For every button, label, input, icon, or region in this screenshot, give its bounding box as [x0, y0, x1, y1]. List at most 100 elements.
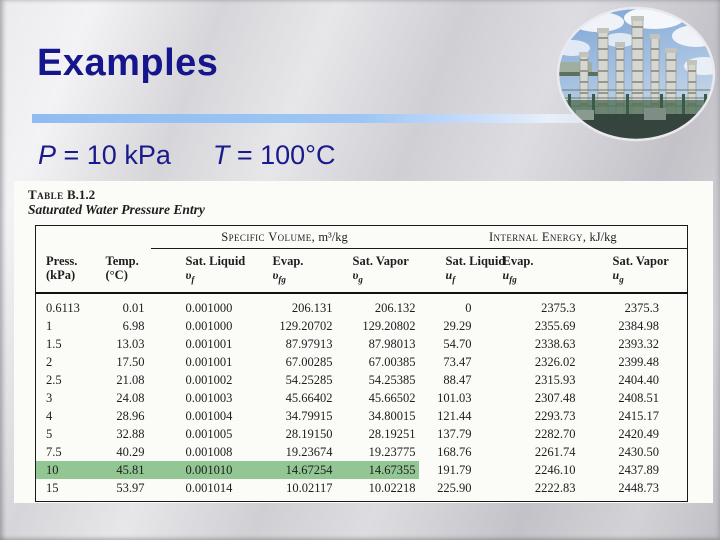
table-row: 2.5 21.08 0.001002 54.25285 54.25385 88.47 231… [36, 371, 688, 389]
table-cell: 0.001001 [185, 354, 233, 369]
table-row: 2 17.50 0.001001 67.00285 67.00385 73.47 2326.… [36, 353, 688, 371]
table-cell: 2437.89 [618, 462, 660, 477]
table-cell: 2338.63 [534, 336, 576, 351]
condition-text: P = 10 kPa T = 100°C [38, 140, 335, 171]
table-cell: 137.79 [437, 426, 472, 441]
table-cell: 54.25285 [285, 372, 333, 387]
table-row: 5 32.88 0.001005 28.19150 28.19251 137.79 2282… [36, 425, 688, 443]
table-cell: 45.81 [95, 460, 151, 479]
table-cell: 225.90 [437, 480, 472, 495]
table-cell: 19.23674 [285, 444, 333, 459]
table-cell: 3 [46, 390, 53, 405]
group-header-row: Specific Volume, m³/kg Internal Energy, k… [36, 225, 688, 249]
table-cell: 0.001005 [185, 426, 233, 441]
table-row: 4 28.96 0.001004 34.79915 34.80015 121.44 2293… [36, 407, 688, 425]
table-cell: 54.70 [443, 336, 472, 351]
table-cell: 28.19150 [285, 426, 333, 441]
group-header: Specific Volume, m³/kg [150, 225, 419, 249]
table-cell: 191.79 [437, 462, 472, 477]
table-cell: 10.02218 [368, 480, 416, 495]
table-cell: 32.88 [116, 426, 145, 441]
table-cell: 2448.73 [618, 480, 660, 495]
table-body: 0.6113 0.01 0.001000 206.131 206.132 0 2375.3 2… [35, 293, 688, 502]
table-scan-panel: Table B.1.2 Saturated Water Pressure Ent… [14, 181, 713, 503]
table-cell: 1 [46, 318, 53, 333]
table-cell: 2420.49 [618, 426, 660, 441]
table-cell: 6.98 [122, 318, 145, 333]
table-cell: 0.001003 [185, 390, 233, 405]
table-cell: 168.76 [437, 444, 472, 459]
table-caption-number: Table B.1.2 [28, 187, 96, 202]
table-row: 1.5 13.03 0.001001 87.97913 87.98013 54.70 233… [36, 335, 688, 353]
table-cell: 34.79915 [285, 408, 333, 423]
table-cell: 206.132 [374, 300, 416, 315]
table-cell: 54.25385 [368, 372, 416, 387]
column-header: Temp. (°C) [95, 248, 151, 294]
table-cell: 45.66402 [285, 390, 333, 405]
table-cell: 0.001004 [185, 408, 233, 423]
table-cell: 2415.17 [618, 408, 660, 423]
table-cell: 2384.98 [618, 318, 660, 333]
table-row: 3 24.08 0.001003 45.66402 45.66502 101.03 2307… [36, 389, 688, 407]
table-caption-title: Saturated Water Pressure Entry [28, 202, 205, 217]
table-cell: 0.001000 [185, 300, 233, 315]
group-spacer [36, 226, 151, 249]
column-header: Press. (kPa) [35, 248, 96, 294]
table-row: 10 45.81 0.001010 14.67254 14.67355 191.79 224… [35, 460, 688, 479]
table-cell: 10.02117 [286, 480, 333, 495]
table-cell: 67.00385 [368, 354, 416, 369]
title-divider-bar [32, 114, 632, 123]
temperature-symbol: T [212, 140, 230, 170]
table-cell: 2261.74 [534, 444, 576, 459]
table-cell: 24.08 [116, 390, 145, 405]
table-cell: 7.5 [46, 444, 62, 459]
table-cell: 2293.73 [534, 408, 576, 423]
table-cell: 15 [46, 480, 59, 495]
presentation-slide: Examples P = 10 kPa T = 100°C Table B.1.… [0, 0, 720, 540]
table-cell: 2399.48 [618, 354, 660, 369]
table-cell: 34.80015 [368, 408, 416, 423]
temperature-value: = 100°C [229, 140, 336, 170]
table-cell: 0.6113 [46, 300, 80, 315]
table-row: 1 6.98 0.001000 129.20702 129.20802 29.29 2355… [36, 317, 688, 335]
table-cell: 73.47 [443, 354, 472, 369]
table-cell: 28.19251 [368, 426, 416, 441]
table-cell: 88.47 [443, 372, 472, 387]
column-header: Evap. υfg [245, 248, 336, 294]
table-cell: 19.23775 [368, 444, 416, 459]
table-cell: 0.001000 [185, 318, 233, 333]
pressure-symbol: P [38, 140, 57, 170]
table-cell: 53.97 [116, 480, 145, 495]
table-cell: 2246.10 [534, 462, 576, 477]
table-cell: 67.00285 [285, 354, 333, 369]
column-header: Sat. Liquid uf [418, 248, 505, 294]
table-cell: 2282.70 [534, 426, 576, 441]
table-cell: 2.5 [46, 372, 62, 387]
table-row: 0.6113 0.01 0.001000 206.131 206.132 0 2375.3 2… [36, 293, 688, 317]
table-cell: 2430.50 [618, 444, 660, 459]
table-cell: 87.97913 [285, 336, 333, 351]
group-header: Internal Energy, kJ/kg [418, 225, 688, 249]
table-cell: 28.96 [116, 408, 145, 423]
saturated-water-pressure-table: Specific Volume, m³/kg Internal Energy, k… [35, 225, 689, 502]
table-cell: 40.29 [116, 444, 145, 459]
table-cell: 101.03 [437, 390, 472, 405]
slide-title: Examples [37, 42, 219, 84]
table-cell: 0 [465, 300, 472, 315]
column-header: Sat. Vapor υg [335, 248, 419, 294]
table-cell: 2326.02 [534, 354, 576, 369]
table-cell: 2222.83 [534, 480, 576, 495]
table-row: 7.5 40.29 0.001008 19.23674 19.23775 168.76 22… [36, 443, 688, 461]
table-cell: 29.29 [443, 318, 472, 333]
table-cell: 21.08 [116, 372, 145, 387]
table-cell: 2355.69 [534, 318, 576, 333]
table-cell: 2375.3 [624, 300, 660, 315]
table-cell: 0.001014 [185, 480, 233, 495]
table-cell: 17.50 [116, 354, 145, 369]
table-cell: 2404.40 [618, 372, 660, 387]
table-cell: 2408.51 [618, 390, 660, 405]
table-cell: 2307.48 [534, 390, 576, 405]
table-cell: 129.20802 [362, 318, 416, 333]
table-cell: 2315.93 [534, 372, 576, 387]
table-cell: 13.03 [116, 336, 145, 351]
